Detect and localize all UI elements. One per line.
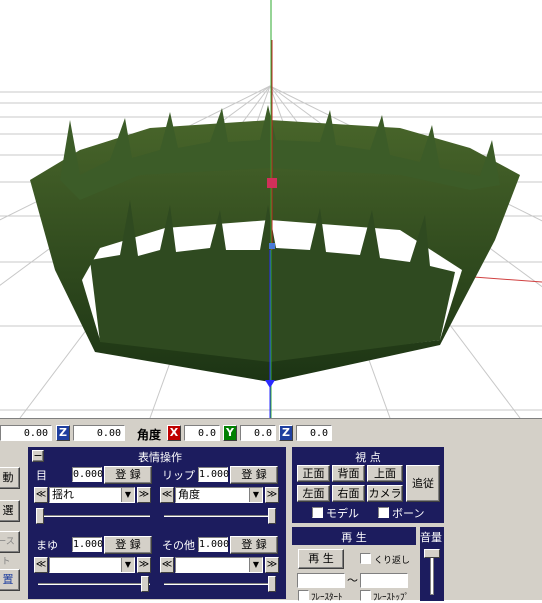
brow-label: まゆ [36,539,58,552]
other-slider-thumb[interactable] [268,576,276,592]
frame-end-field[interactable] [360,573,408,588]
position-z-field[interactable]: 0.00 [73,425,125,441]
model-checkbox[interactable] [312,507,323,518]
lip-slider[interactable] [164,515,276,517]
eye-select[interactable]: 揺れ ▼ [49,487,135,503]
loop-label: くり返し [374,556,411,566]
control-panel: 0.00 Z 0.00 角度 X 0.0 Y 0.0 Z 0.0 動 選 ースト… [0,418,542,603]
position-x-field[interactable]: 0.00 [0,425,52,441]
eye-register-button[interactable]: 登 録 [104,466,152,484]
angle-y-button[interactable]: Y [223,425,237,441]
other-register-button[interactable]: 登 録 [230,536,278,554]
brow-slider-thumb[interactable] [141,576,149,592]
left-button-1[interactable]: 動 [0,467,20,489]
chevron-down-icon: ▼ [249,488,262,502]
angle-x-button[interactable]: X [167,425,181,441]
chevron-down-icon: ▼ [249,558,262,572]
axis-z-button[interactable]: Z [56,425,70,441]
lip-select[interactable]: 角度 ▼ [175,487,263,503]
loop-checkbox[interactable] [360,553,371,564]
bone-handle[interactable] [267,178,277,188]
lip-prev-button[interactable]: ≪ [160,487,174,503]
chevron-down-icon: ▼ [121,488,134,502]
lip-next-button[interactable]: ≫ [265,487,279,503]
angle-z-button[interactable]: Z [279,425,293,441]
brow-slider[interactable] [38,583,150,585]
expression-title: 表情操作 [138,451,182,464]
bone-checkbox[interactable] [378,507,389,518]
brow-value[interactable]: 1.000 [72,537,103,552]
other-prev-button[interactable]: ≪ [160,557,174,573]
left-button-2[interactable]: 選 [0,500,20,522]
angle-x-field[interactable]: 0.0 [184,425,220,441]
angle-label: 角度 [137,428,162,442]
eye-label: 目 [36,469,47,482]
range-tilde: 〜 [347,574,358,587]
chevron-down-icon: ▼ [121,558,134,572]
view-title: 視 点 [355,451,381,464]
lip-register-button[interactable]: 登 録 [230,466,278,484]
angle-z-field[interactable]: 0.0 [296,425,332,441]
eye-slider-thumb[interactable] [36,508,44,524]
other-next-button[interactable]: ≫ [265,557,279,573]
view-top-button[interactable]: 上面 [367,465,403,482]
lip-value[interactable]: 1.000 [198,467,229,482]
playback-title: 再 生 [341,531,367,544]
bone-checkbox-label: ボーン [392,507,425,520]
coordinate-row: 0.00 Z 0.00 角度 X 0.0 Y 0.0 Z 0.0 [0,425,542,443]
frame-start-checkbox[interactable] [298,590,309,601]
view-back-button[interactable]: 背面 [332,465,365,482]
model-checkbox-label: モデル [326,507,359,520]
center-handle[interactable] [269,243,275,249]
frame-start-label: ﾌﾚｰｽﾀｰﾄ [311,593,343,603]
other-label: その他 [162,539,195,552]
frame-stop-label: ﾌﾚｰｽﾄｯﾌﾟ [373,593,410,603]
volume-slider-thumb[interactable] [424,549,440,558]
other-value[interactable]: 1.000 [198,537,229,552]
frame-start-field[interactable] [297,573,345,588]
angle-y-field[interactable]: 0.0 [240,425,276,441]
play-button[interactable]: 再 生 [298,549,344,569]
brow-next-button[interactable]: ≫ [137,557,151,573]
other-select[interactable]: ▼ [175,557,263,573]
eye-next-button[interactable]: ≫ [137,487,151,503]
view-camera-button[interactable]: カメラ [367,485,403,502]
left-button-3[interactable]: ースト [0,531,20,567]
eye-slider[interactable] [38,515,150,517]
lip-select-value: 角度 [178,488,200,501]
view-front-button[interactable]: 正面 [297,465,330,482]
lip-slider-thumb[interactable] [268,508,276,524]
follow-button[interactable]: 追従 [406,465,440,502]
frame-stop-checkbox[interactable] [360,590,371,601]
view-left-button[interactable]: 左面 [297,485,330,502]
left-button-4[interactable]: 置 [0,569,20,591]
scene-canvas[interactable] [0,0,542,418]
view-right-button[interactable]: 右面 [332,485,365,502]
eye-prev-button[interactable]: ≪ [34,487,48,503]
brow-register-button[interactable]: 登 録 [104,536,152,554]
volume-title: 音量 [420,531,442,544]
3d-viewport[interactable] [0,0,542,418]
brow-prev-button[interactable]: ≪ [34,557,48,573]
other-slider[interactable] [164,583,276,585]
eye-value[interactable]: 0.000 [72,467,103,482]
brow-select[interactable]: ▼ [49,557,135,573]
lip-label: リップ [162,469,195,482]
collapse-button[interactable]: − [32,450,44,462]
eye-select-value: 揺れ [52,488,74,501]
